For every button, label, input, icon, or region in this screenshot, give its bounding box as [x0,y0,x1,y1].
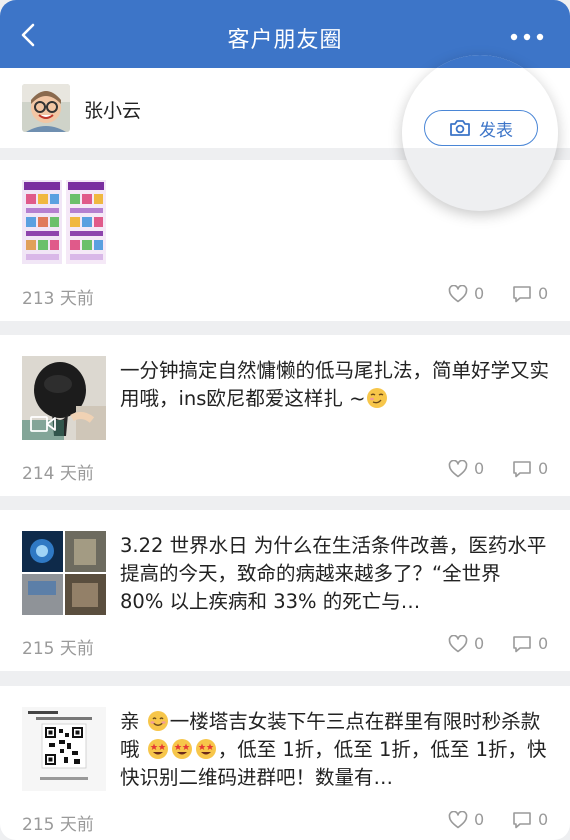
comment-icon [513,285,531,302]
avatar[interactable] [22,84,70,132]
comment-button[interactable]: 0 [512,810,548,829]
heart-icon [448,459,468,477]
post-thumbnail[interactable] [22,531,106,615]
like-count: 0 [474,459,485,478]
video-icon [30,416,56,432]
post-time: 215 天前 [22,815,94,835]
comment-count: 0 [538,459,549,478]
like-count: 0 [474,284,485,303]
post-thumbnail[interactable] [22,707,106,791]
publish-spotlight: 发表 [402,55,558,211]
post-item: 亲 一楼塔吉女装下午三点在群里有限时秒杀款哦 ，低至 1折，低至 1折，低至 1… [0,686,570,840]
post-time: 214 天前 [22,464,94,484]
comment-count: 0 [538,634,549,653]
camera-icon [450,120,470,136]
publish-button[interactable]: 发表 [424,110,538,146]
user-name: 张小云 [84,100,142,122]
comment-button[interactable]: 0 [512,459,548,478]
comment-icon [513,635,531,652]
publish-label: 发表 [479,120,513,141]
post-text[interactable]: 亲 一楼塔吉女装下午三点在群里有限时秒杀款哦 ，低至 1折，低至 1折，低至 1… [120,708,550,792]
comment-button[interactable]: 0 [512,284,548,303]
smile-emoji-icon [147,711,168,731]
post-text[interactable]: 3.22 世界水日 为什么在生活条件改善，医药水平提高的今天，致命的病越来越多了… [120,532,550,616]
comment-icon [513,811,531,828]
app-frame: 客户朋友圈 张小云 发表 213 天前 0 0 一分钟搞定自然慵懒的低马尾扎法，… [0,0,570,840]
post-time: 215 天前 [22,639,94,659]
page-title: 客户朋友圈 [227,28,343,53]
smirk-emoji-icon [367,388,388,408]
like-button[interactable]: 0 [448,634,484,653]
heart-icon [448,634,468,652]
post-thumbnail[interactable] [22,356,106,440]
comment-icon [513,460,531,477]
heart-icon [448,810,468,828]
like-count: 0 [474,810,485,829]
like-button[interactable]: 0 [448,810,484,829]
star-eyes-emoji-icon [171,739,192,759]
star-eyes-emoji-icon [147,739,168,759]
comment-count: 0 [538,810,549,829]
like-button[interactable]: 0 [448,284,484,303]
post-thumbnail[interactable] [22,180,106,264]
like-button[interactable]: 0 [448,459,484,478]
star-eyes-emoji-icon [195,739,216,759]
post-time: 213 天前 [22,289,94,309]
more-dots-icon[interactable] [510,32,544,42]
like-count: 0 [474,634,485,653]
comment-count: 0 [538,284,549,303]
post-text[interactable]: 一分钟搞定自然慵懒的低马尾扎法，简单好学又实用哦，ins欧尼都爱这样扎 ~ [120,357,550,413]
post-item: 一分钟搞定自然慵懒的低马尾扎法，简单好学又实用哦，ins欧尼都爱这样扎 ~ 21… [0,335,570,496]
post-item: 3.22 世界水日 为什么在生活条件改善，医药水平提高的今天，致命的病越来越多了… [0,510,570,671]
heart-icon [448,284,468,302]
comment-button[interactable]: 0 [512,634,548,653]
